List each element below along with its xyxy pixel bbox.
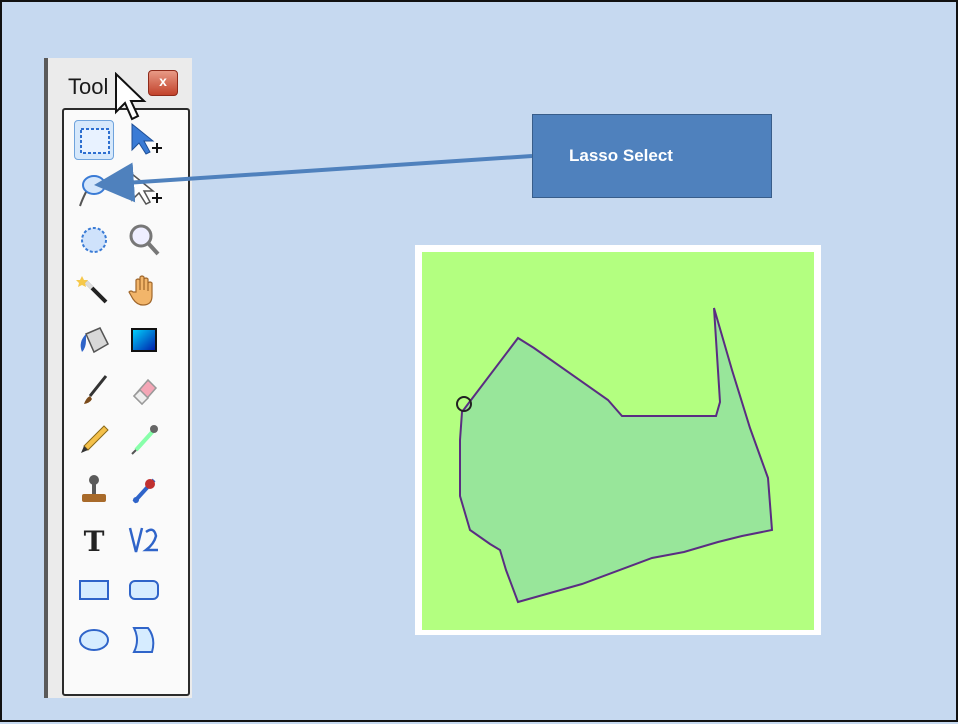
callout-label: Lasso Select [569,146,673,165]
text-icon[interactable]: T [74,520,114,560]
pan-hand-icon[interactable] [124,270,164,310]
close-icon: x [159,73,167,89]
svg-text:T: T [84,525,105,558]
paint-bucket-icon[interactable] [74,320,114,360]
canvas-frame [415,245,821,635]
paintbrush-icon[interactable] [74,370,114,410]
move-selected-icon[interactable] [124,170,164,210]
mouse-cursor-icon [115,72,147,121]
slide: Tool x T Lasso Select [0,0,958,722]
lasso-select-callout: Lasso Select [532,114,772,198]
rectangle-select-icon[interactable] [74,120,114,160]
recolor-icon[interactable] [124,470,164,510]
lasso-selection-shape [456,307,774,604]
gradient-icon[interactable] [124,320,164,360]
pencil-icon[interactable] [74,420,114,460]
ellipse-shape-icon[interactable] [74,620,114,660]
magic-wand-icon[interactable] [74,270,114,310]
zoom-icon[interactable] [124,220,164,260]
rectangle-shape-icon[interactable] [74,570,114,610]
close-button[interactable]: x [148,70,178,96]
clone-stamp-icon[interactable] [74,470,114,510]
tools-window: Tool x T [44,58,192,698]
rounded-rectangle-icon[interactable] [124,570,164,610]
color-picker-icon[interactable] [124,420,164,460]
freeform-shape-icon[interactable] [124,620,164,660]
tools-grid: T [62,108,190,696]
line-curve-icon[interactable] [124,520,164,560]
lasso-select-icon[interactable] [74,170,114,210]
image-canvas[interactable] [422,252,814,630]
tools-title: Tool [68,74,109,99]
move-selection-icon[interactable] [124,120,164,160]
eraser-icon[interactable] [124,370,164,410]
ellipse-select-icon[interactable] [74,220,114,260]
